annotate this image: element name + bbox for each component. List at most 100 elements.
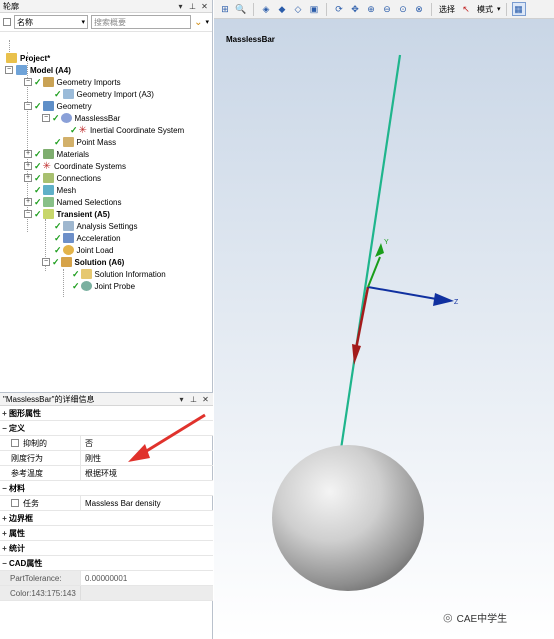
expand-icon: +	[2, 513, 7, 523]
row-label: 抑制的	[23, 438, 47, 448]
pin-icon[interactable]: ⊥	[188, 2, 197, 11]
rotate-icon[interactable]: ⟳	[332, 2, 346, 16]
tree-node-transient[interactable]: ✓ Transient (A5)	[34, 208, 110, 220]
solution-icon	[60, 257, 72, 267]
zoom-in-icon[interactable]: ⊕	[364, 2, 378, 16]
suppressed-checkbox[interactable]	[11, 439, 19, 447]
tree-node-massless-bar[interactable]: ✓ MasslessBar	[52, 112, 120, 124]
section-label: 属性	[9, 528, 25, 538]
shaded-icon[interactable]: ◆	[275, 2, 289, 16]
assignment-value[interactable]: Massless Bar density	[81, 496, 161, 510]
section-graphics-props[interactable]: + 图形属性	[0, 406, 213, 421]
3d-viewport[interactable]: MasslessBar Z Y ◎ CAE中学生	[214, 19, 554, 639]
coordinate-systems-icon: ✳	[42, 160, 51, 172]
tree-node-joint-probe[interactable]: ✓ Joint Probe	[72, 280, 135, 292]
tree-label: Joint Probe	[94, 281, 136, 291]
expander-transient[interactable]: −	[24, 210, 32, 218]
row-color: Color:143:175:143	[0, 586, 213, 601]
row-suppressed: 抑制的 否	[0, 436, 213, 451]
tree-node-mesh[interactable]: ✓ Mesh	[34, 184, 76, 196]
mode-dropdown[interactable]: 模式	[477, 4, 493, 15]
tree-node-geometry[interactable]: ✓ Geometry	[34, 100, 92, 112]
select-label[interactable]: 选择	[439, 4, 455, 15]
row-stiffness: 刚度行为 刚性	[0, 451, 213, 466]
close-icon[interactable]: ✕	[200, 2, 209, 11]
tree-node-solution[interactable]: ✓ Solution (A6)	[52, 256, 124, 268]
tree-node-point-mass[interactable]: ✓ Point Mass	[54, 136, 116, 148]
zoom-out-icon[interactable]: ⊖	[380, 2, 394, 16]
cube-icon[interactable]: ◈	[259, 2, 273, 16]
expander-model[interactable]: −	[5, 66, 13, 74]
stiffness-value[interactable]: 刚性	[81, 451, 101, 465]
zoom-area-icon[interactable]: ⊗	[412, 2, 426, 16]
section-cad-props[interactable]: − CAD属性	[0, 556, 213, 571]
close-icon[interactable]: ✕	[201, 395, 210, 404]
row-label: Color:143:175:143	[0, 586, 81, 600]
tree-node-geometry-imports[interactable]: ✓ Geometry Imports	[34, 76, 121, 88]
tree-label: Analysis Settings	[76, 221, 138, 231]
more-icon[interactable]: ▾	[205, 18, 209, 26]
tree-node-solution-information[interactable]: ✓ Solution Information	[72, 268, 166, 280]
section-definition[interactable]: − 定义	[0, 421, 213, 436]
edges-icon[interactable]: ▣	[307, 2, 321, 16]
body-icon	[60, 113, 72, 123]
expand-collapse-icon[interactable]: ⌄	[194, 17, 202, 28]
suppressed-value[interactable]: 否	[81, 436, 93, 450]
materials-icon	[42, 149, 54, 159]
name-filter-select[interactable]: 名称 ▾	[14, 15, 88, 29]
section-properties[interactable]: + 属性	[0, 526, 213, 541]
wireframe-icon[interactable]: ◇	[291, 2, 305, 16]
check-icon: ✓	[72, 268, 80, 279]
tree-node-acceleration[interactable]: ✓ Acceleration	[54, 232, 121, 244]
face-select-icon[interactable]: ▦	[511, 2, 526, 16]
pin-icon[interactable]: ⊥	[189, 395, 198, 404]
expander-materials[interactable]: +	[24, 150, 32, 158]
expander-connections[interactable]: +	[24, 174, 32, 182]
expander-geometry-imports[interactable]: −	[24, 78, 32, 86]
tree-node-geometry-import-a3[interactable]: ✓ Geometry Import (A3)	[54, 88, 154, 100]
row-label: PartTolerance:	[0, 571, 81, 585]
outline-title: 轮廓	[3, 1, 19, 11]
collapse-icon: −	[2, 483, 7, 493]
chevron-down-icon: ▾	[497, 6, 501, 13]
dropdown-icon[interactable]: ▾	[176, 2, 185, 11]
section-bounding-box[interactable]: + 边界框	[0, 511, 213, 526]
expander-coordinate-systems[interactable]: +	[24, 162, 32, 170]
check-icon: ✓	[34, 196, 42, 207]
select-cursor-icon[interactable]: ↖	[459, 2, 473, 16]
tree-node-project[interactable]: Project*	[6, 52, 50, 64]
ref-temp-value[interactable]: 根据环境	[81, 466, 117, 480]
tree-node-named-selections[interactable]: ✓ Named Selections	[34, 196, 121, 208]
expander-named-selections[interactable]: +	[24, 198, 32, 206]
dropdown-icon[interactable]: ▾	[177, 395, 186, 404]
tree-label: Connections	[56, 173, 102, 183]
tree-filter-icon[interactable]	[3, 18, 11, 26]
named-selections-icon	[42, 197, 54, 207]
expander-geometry[interactable]: −	[24, 102, 32, 110]
outline-search-input[interactable]: 搜索概要	[91, 15, 192, 29]
tree-node-inertial-cs[interactable]: ✓ ✳ Inertial Coordinate System	[70, 124, 184, 136]
expander-massless-bar[interactable]: −	[42, 114, 50, 122]
tree-node-joint-load[interactable]: ✓ Joint Load	[54, 244, 113, 256]
zoom-icon[interactable]: 🔍	[234, 2, 248, 16]
tree-node-analysis-settings[interactable]: ✓ Analysis Settings	[54, 220, 137, 232]
row-label: 参考温度	[9, 466, 81, 480]
tree-node-coordinate-systems[interactable]: ✓ ✳ Coordinate Systems	[34, 160, 126, 172]
section-material[interactable]: − 材料	[0, 481, 213, 496]
tree-label: Project*	[20, 53, 51, 63]
section-label: 边界框	[9, 513, 33, 523]
mesh-icon	[42, 185, 54, 195]
assignment-checkbox[interactable]	[11, 499, 19, 507]
section-statistics[interactable]: + 统计	[0, 541, 213, 556]
collapse-icon: −	[2, 423, 7, 433]
zoom-box-icon[interactable]: ⊞	[218, 2, 232, 16]
analysis-settings-icon	[62, 221, 74, 231]
expand-icon: +	[2, 408, 7, 418]
zoom-fit-icon[interactable]: ⊙	[396, 2, 410, 16]
pan-icon[interactable]: ✥	[348, 2, 362, 16]
tree-node-model[interactable]: Model (A4)	[16, 64, 71, 76]
tree-node-connections[interactable]: ✓ Connections	[34, 172, 101, 184]
project-icon	[6, 53, 17, 63]
tree-node-materials[interactable]: ✓ Materials	[34, 148, 89, 160]
expander-solution[interactable]: −	[42, 258, 50, 266]
